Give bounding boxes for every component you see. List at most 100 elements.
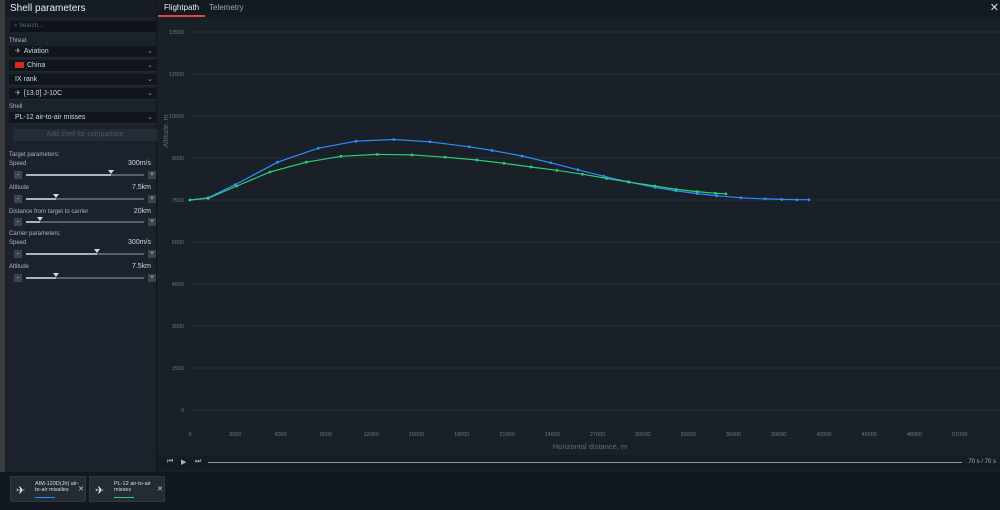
panel-title: Shell parameters: [5, 0, 156, 17]
shell-select[interactable]: PL-12 air-to-air misses ⌄: [9, 112, 157, 124]
y-tick-label: 1500: [172, 366, 184, 372]
china-flag-icon: [15, 62, 24, 69]
carrier-altitude-slider[interactable]: - +: [9, 273, 157, 283]
search-icon: ⌕: [14, 23, 18, 29]
data-point: [695, 190, 699, 194]
country-select[interactable]: China ⌄: [9, 60, 157, 72]
slider-thumb[interactable]: [52, 194, 59, 198]
data-point: [428, 140, 432, 144]
carrier-speed-slider[interactable]: - +: [9, 249, 157, 259]
x-tick-label: 21000: [499, 432, 514, 438]
remove-shell-icon[interactable]: ✕: [157, 485, 163, 493]
slider-track[interactable]: [26, 194, 144, 200]
x-tick-label: 42000: [816, 432, 831, 438]
main-area: Flightpath Telemetry ✕ 0 1500 3000 4500 6000…: [158, 0, 1000, 472]
data-point: [276, 160, 279, 164]
play-icon[interactable]: ▶: [181, 458, 186, 466]
carrier-speed-label: Speed: [9, 240, 27, 246]
y-tick-label: 12000: [169, 72, 184, 78]
flightpath-chart: 0 1500 3000 4500 6000 7500 9000 10500 12000 13500…: [163, 30, 1000, 451]
missile-icon: ✈: [16, 485, 26, 497]
search-input[interactable]: ⌕ Search...: [10, 21, 157, 32]
timeline-slider[interactable]: [208, 462, 962, 463]
x-tick-label: 6000: [274, 432, 286, 438]
remove-shell-icon[interactable]: ✕: [78, 485, 84, 493]
tab-bar: Flightpath Telemetry ✕: [158, 0, 1000, 17]
slider-thumb[interactable]: [37, 217, 44, 221]
y-tick-label: 3000: [172, 324, 184, 330]
slider-track[interactable]: [26, 273, 144, 279]
distance-slider[interactable]: - +: [9, 217, 157, 227]
chevron-down-icon: ⌄: [147, 114, 153, 121]
target-altitude-slider[interactable]: - +: [9, 194, 157, 204]
decrease-button[interactable]: -: [14, 250, 22, 258]
x-tick-label: 18000: [454, 432, 469, 438]
slider-thumb[interactable]: [107, 170, 114, 174]
increase-button[interactable]: +: [148, 218, 156, 226]
slider-fill: [26, 198, 56, 200]
shell-card[interactable]: ✈ PL-12 air-to-air misses ✕: [89, 476, 165, 502]
data-point: [502, 161, 506, 165]
target-altitude-value: 7.5km: [131, 184, 151, 191]
carrier-speed-value: 300m/s: [128, 239, 151, 246]
jet-icon: ✈: [15, 90, 21, 97]
close-icon[interactable]: ✕: [990, 1, 999, 14]
x-tick-label: 27000: [590, 432, 605, 438]
skip-forward-icon[interactable]: ⏭: [195, 458, 201, 466]
add-shell-button[interactable]: Add shell for comparison: [13, 129, 157, 141]
data-point: [807, 198, 811, 202]
decrease-button[interactable]: -: [14, 274, 22, 282]
tab-telemetry[interactable]: Telemetry: [203, 0, 250, 17]
data-point: [763, 197, 767, 201]
slider-thumb[interactable]: [93, 249, 100, 253]
data-point: [576, 168, 580, 172]
shell-comparison-bar: ✈ AIM-120D(Jh) air-to-air missiles ✕ ✈ P…: [0, 472, 1000, 510]
data-point: [674, 187, 678, 191]
playback-bar: ⏮ ▶ ⏭ 70 s / 70 s: [158, 455, 1000, 470]
data-point: [443, 155, 447, 159]
decrease-button[interactable]: -: [14, 195, 22, 203]
vehicle-select[interactable]: ✈ [13.0] J-10C ⌄: [9, 88, 157, 100]
chevron-down-icon: ⌄: [147, 62, 153, 69]
data-point: [529, 165, 533, 169]
carrier-altitude-label: Altitude: [9, 264, 30, 270]
shell-value: PL-12 air-to-air misses: [15, 114, 86, 121]
increase-button[interactable]: +: [148, 250, 156, 258]
country-value: China: [27, 62, 46, 69]
chevron-down-icon: ⌄: [147, 76, 153, 83]
tab-flightpath[interactable]: Flightpath: [158, 0, 206, 17]
x-tick-label: 36000: [726, 432, 741, 438]
slider-track[interactable]: [26, 170, 144, 176]
y-tick-label: 0: [181, 408, 184, 414]
x-tick-label: 39000: [771, 432, 786, 438]
x-tick-label: 33000: [680, 432, 695, 438]
increase-button[interactable]: +: [148, 171, 156, 179]
vehicle-value: [13.0] J-10C: [23, 90, 63, 97]
rank-select[interactable]: IX rank ⌄: [9, 74, 157, 86]
x-tick-label: 12000: [363, 432, 378, 438]
data-point: [555, 168, 559, 172]
increase-button[interactable]: +: [148, 274, 156, 282]
target-speed-slider[interactable]: - +: [9, 170, 157, 180]
slider-track[interactable]: [26, 249, 144, 255]
decrease-button[interactable]: -: [14, 171, 22, 179]
slider-thumb[interactable]: [52, 273, 59, 277]
data-point: [780, 198, 784, 201]
data-point: [739, 196, 743, 200]
y-tick-label: 10500: [169, 114, 184, 120]
data-point: [627, 180, 631, 184]
data-point: [339, 154, 343, 158]
carrier-params-label: Carrier parameters:: [9, 231, 62, 237]
target-altitude-label: Altitude: [9, 185, 30, 191]
shell-card-name: PL-12 air-to-air misses: [114, 481, 151, 493]
threat-type-select[interactable]: ✈ Aviation ⌄: [9, 46, 157, 58]
decrease-button[interactable]: -: [14, 218, 22, 226]
x-tick-label: 30000: [635, 432, 650, 438]
increase-button[interactable]: +: [148, 195, 156, 203]
slider-fill: [26, 253, 97, 255]
skip-back-icon[interactable]: ⏮: [167, 458, 173, 466]
data-point: [713, 191, 717, 195]
shell-card[interactable]: ✈ AIM-120D(Jh) air-to-air missiles ✕: [10, 476, 86, 502]
target-speed-label: Speed: [9, 161, 27, 167]
slider-track[interactable]: [26, 217, 144, 223]
